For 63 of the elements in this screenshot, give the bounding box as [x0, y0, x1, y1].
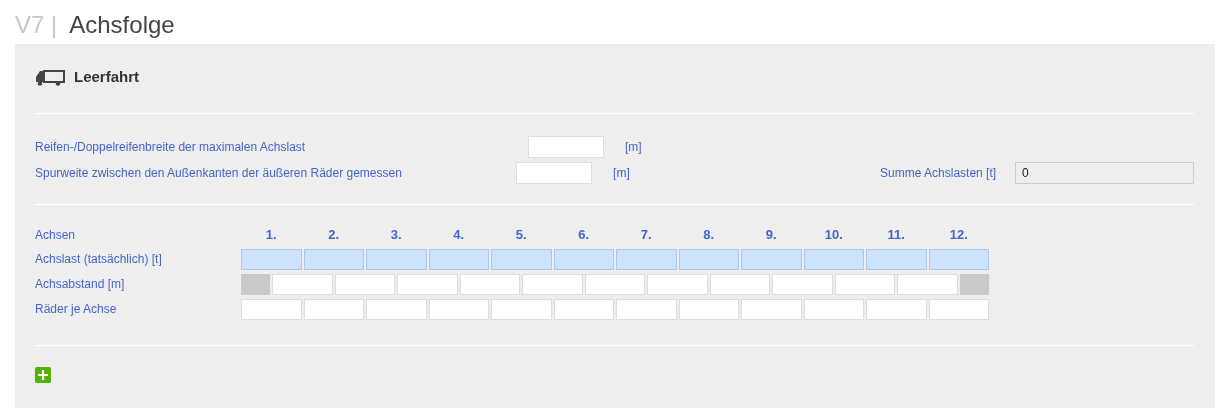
input-cell[interactable]	[928, 248, 989, 270]
truck-icon	[35, 68, 65, 86]
input-cell[interactable]	[741, 298, 802, 320]
input-cell[interactable]	[241, 298, 302, 320]
row-label: Räder je Achse	[35, 301, 118, 318]
input-cell[interactable]	[241, 248, 302, 270]
unit-label: [m]	[625, 139, 643, 156]
row-label: Achsen	[35, 226, 77, 244]
input-cell[interactable]	[553, 248, 614, 270]
page-title: Achsfolge	[69, 11, 175, 38]
input-cell[interactable]	[678, 298, 739, 320]
input-cell[interactable]	[303, 248, 364, 270]
input-cell[interactable]	[334, 273, 396, 295]
input-cell[interactable]	[428, 298, 489, 320]
input-cell[interactable]	[678, 248, 739, 270]
input-cell[interactable]	[428, 248, 489, 270]
add-icon[interactable]	[35, 367, 51, 384]
input-cell[interactable]	[366, 248, 427, 270]
axle-number: 3.	[389, 226, 403, 244]
input-cell[interactable]	[459, 273, 521, 295]
input-field[interactable]	[516, 162, 593, 184]
input-cell[interactable]	[803, 298, 864, 320]
axle-number: 12.	[948, 226, 969, 244]
input-cell[interactable]	[866, 298, 927, 320]
input-cell[interactable]	[553, 298, 614, 320]
axle-number: 1.	[264, 226, 278, 244]
input-cell[interactable]	[272, 273, 333, 295]
input-cell[interactable]	[522, 273, 583, 295]
section-title: Leerfahrt	[74, 66, 140, 87]
sum-field: 0	[1015, 162, 1194, 184]
input-cell[interactable]	[616, 298, 677, 320]
input-cell[interactable]	[866, 248, 927, 270]
axle-number: 11.	[886, 226, 906, 244]
axle-number: 4.	[452, 226, 466, 244]
input-cell[interactable]	[366, 298, 427, 320]
input-cell[interactable]	[491, 298, 552, 320]
input-cell[interactable]	[491, 248, 552, 270]
input-cell[interactable]	[803, 248, 864, 270]
input-cell[interactable]	[834, 273, 896, 295]
axle-number: 5.	[514, 226, 528, 244]
unit-label: [m]	[613, 165, 631, 182]
axle-number: 7.	[639, 226, 653, 244]
input-cell[interactable]	[616, 248, 677, 270]
axle-number: 8.	[702, 226, 716, 244]
axle-number: 6.	[577, 226, 591, 244]
input-cell[interactable]	[928, 298, 989, 320]
axle-number: 9.	[764, 226, 778, 244]
field-label: Reifen-/Doppelreifenbreite der maximalen Achslast	[35, 139, 307, 156]
row-label: Achsabstand [m]	[35, 276, 126, 293]
input-field[interactable]	[528, 136, 604, 158]
field-label: Spurweite zwischen den Außenkanten der äußeren Räder gemessen	[35, 165, 403, 182]
input-cell[interactable]	[397, 273, 458, 295]
axle-number: 2.	[327, 226, 341, 244]
input-cell[interactable]	[772, 273, 833, 295]
input-cell[interactable]	[584, 273, 646, 295]
axle-number: 10.	[823, 226, 844, 244]
input-cell[interactable]	[303, 298, 364, 320]
input-cell[interactable]	[897, 273, 958, 295]
row-label: Achslast (tatsächlich) [t]	[35, 251, 163, 268]
input-cell[interactable]	[647, 273, 708, 295]
input-cell[interactable]	[741, 248, 802, 270]
sum-label: Summe Achslasten [t]	[879, 165, 997, 182]
input-cell[interactable]	[709, 273, 771, 295]
